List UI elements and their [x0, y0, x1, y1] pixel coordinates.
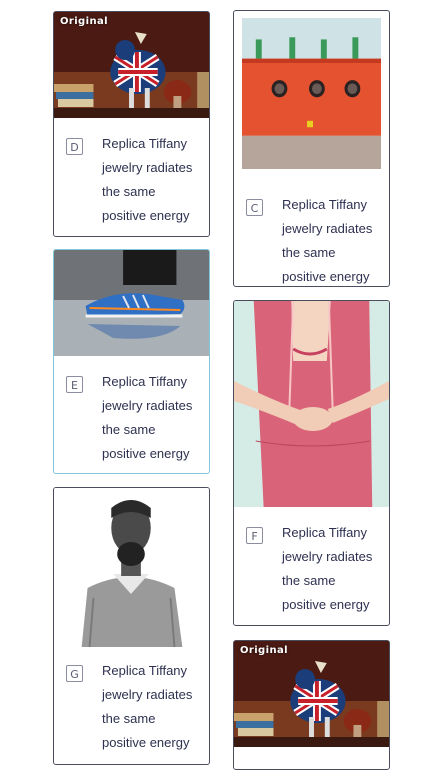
card-c-caption: Replica Tiffany jewelry radiates the sam…	[282, 197, 373, 284]
card-f-caption: Replica Tiffany jewelry radiates the sam…	[282, 525, 373, 612]
card-original-bottom-image: Original	[234, 641, 389, 747]
card-f-image	[234, 301, 389, 507]
card-g-image	[54, 488, 209, 647]
card-g-letter: G	[66, 665, 83, 682]
card-d[interactable]: Original D Replica Tiffany jewelry radia…	[53, 11, 210, 237]
card-e-image	[54, 250, 209, 356]
card-d-image: Original	[54, 12, 209, 118]
card-d-caption: Replica Tiffany jewelry radiates the sam…	[102, 136, 193, 223]
original-tag: Original	[60, 16, 108, 27]
card-e[interactable]: E Replica Tiffany jewelry radiates the s…	[53, 249, 210, 474]
card-f[interactable]: F Replica Tiffany jewelry radiates the s…	[233, 300, 390, 626]
card-e-letter: E	[66, 376, 83, 393]
card-g-caption: Replica Tiffany jewelry radiates the sam…	[102, 663, 193, 750]
card-c-image	[234, 11, 389, 169]
card-c[interactable]: C Replica Tiffany jewelry radiates the s…	[233, 10, 390, 287]
card-d-letter: D	[66, 138, 83, 155]
card-g[interactable]: G Replica Tiffany jewelry radiates the s…	[53, 487, 210, 765]
card-c-letter: C	[246, 199, 263, 216]
card-f-letter: F	[246, 527, 263, 544]
original-tag: Original	[240, 645, 288, 656]
card-e-caption: Replica Tiffany jewelry radiates the sam…	[102, 374, 193, 461]
card-original-bottom[interactable]: Original	[233, 640, 390, 770]
